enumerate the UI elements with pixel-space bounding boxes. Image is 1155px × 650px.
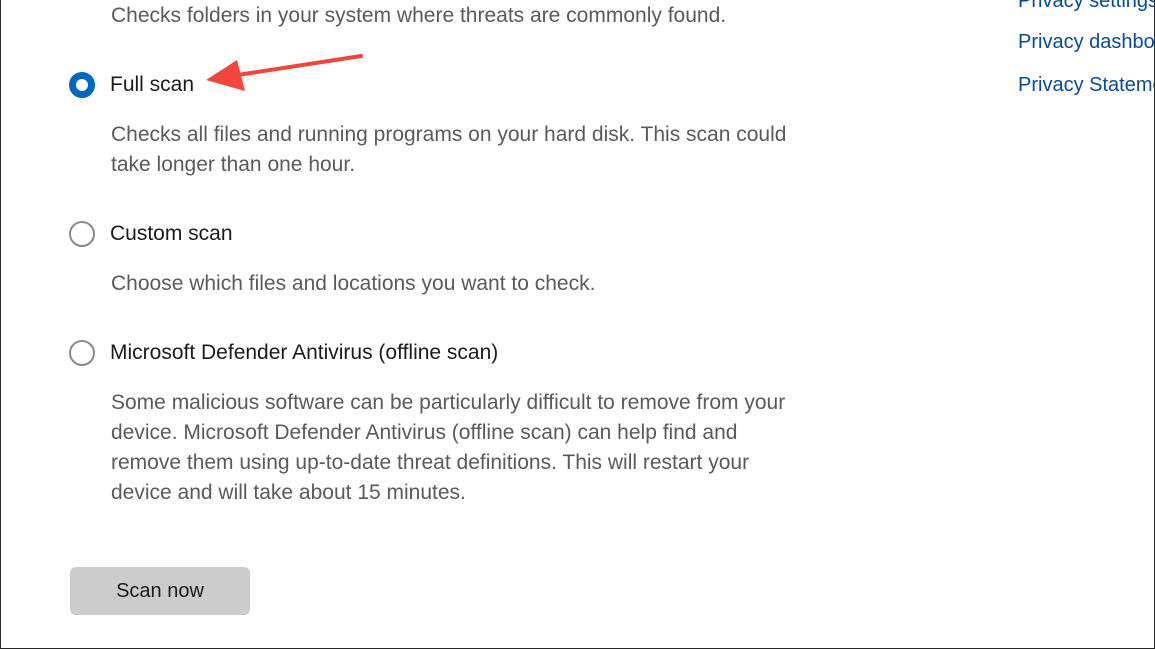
offline-scan-label: Microsoft Defender Antivirus (offline sc… — [110, 341, 499, 364]
full-scan-description: Checks all files and running programs on… — [111, 123, 787, 176]
scan-options-page: Checks folders in your system where thre… — [0, 0, 1155, 649]
red-arrow-icon — [206, 54, 363, 91]
offline-scan-radio[interactable] — [69, 340, 95, 366]
offline-scan-description: Some malicious software can be particula… — [111, 391, 786, 504]
privacy-statement-link[interactable]: Privacy Statement — [1018, 71, 1154, 99]
privacy-settings-link[interactable]: Privacy settings — [1018, 0, 1154, 15]
scan-now-button[interactable]: Scan now — [70, 567, 250, 615]
custom-scan-option[interactable]: Custom scan — [69, 219, 233, 249]
quick-scan-description: Checks folders in your system where thre… — [111, 4, 727, 27]
full-scan-radio[interactable] — [69, 72, 95, 98]
full-scan-option[interactable]: Full scan — [69, 70, 194, 100]
custom-scan-radio[interactable] — [69, 221, 95, 247]
offline-scan-option[interactable]: Microsoft Defender Antivirus (offline sc… — [69, 338, 498, 368]
full-scan-label: Full scan — [110, 73, 195, 96]
custom-scan-label: Custom scan — [110, 222, 233, 245]
custom-scan-description: Choose which files and locations you wan… — [111, 272, 596, 295]
privacy-dashboard-link[interactable]: Privacy dashboard — [1018, 28, 1154, 56]
